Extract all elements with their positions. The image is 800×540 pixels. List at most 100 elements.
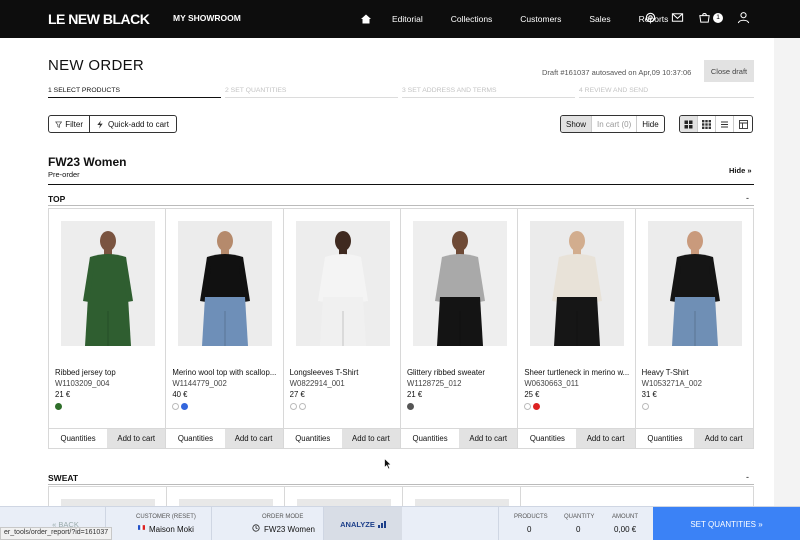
show-toggle[interactable]: Show: [561, 116, 593, 132]
grid-large-view-icon[interactable]: [680, 116, 698, 132]
section-collapse-top[interactable]: -: [746, 193, 749, 203]
product-name[interactable]: Merino wool top with scallop...: [172, 368, 280, 377]
showroom-link[interactable]: MY SHOWROOM: [173, 13, 241, 23]
order-steps: 1 SELECT PRODUCTS 2 SET QUANTITIES 3 SET…: [48, 87, 754, 99]
section-label-sweat[interactable]: SWEAT: [48, 473, 78, 483]
product-card[interactable]: Longsleeves T-Shirt W0822914_001 27 € Qu…: [283, 209, 401, 448]
brand-logo[interactable]: LE NEW BLACK: [48, 11, 150, 27]
color-swatch[interactable]: [406, 403, 414, 410]
add-to-cart-button[interactable]: Add to cart: [341, 429, 400, 448]
section-collapse-sweat[interactable]: -: [746, 472, 749, 482]
product-card[interactable]: Ribbed jersey top W1103209_004 21 € Quan…: [49, 209, 167, 448]
cart-icon[interactable]: [698, 11, 711, 24]
color-swatch[interactable]: [298, 403, 306, 410]
color-swatch[interactable]: [181, 403, 189, 410]
product-photo: [179, 499, 273, 506]
filter-icon: [55, 121, 63, 128]
product-photo[interactable]: [61, 221, 155, 346]
quick-add-button[interactable]: Quick-add to cart: [89, 115, 177, 133]
analyze-label: ANALYZE: [340, 519, 375, 529]
nav-item-customers[interactable]: Customers: [520, 14, 561, 24]
table-view-icon[interactable]: [734, 116, 752, 132]
product-price: 31 €: [641, 390, 657, 399]
color-swatches: [406, 403, 416, 410]
order-mode-field[interactable]: ORDER MODE FW23 Women: [212, 507, 324, 540]
product-photo[interactable]: [412, 221, 507, 346]
quantities-button[interactable]: Quantities: [635, 429, 695, 448]
quantities-button[interactable]: Quantities: [49, 429, 108, 448]
add-to-cart-button[interactable]: Add to cart: [459, 429, 518, 448]
nav-item-sales[interactable]: Sales: [589, 14, 610, 24]
product-card[interactable]: Heavy T-Shirt W1053271A_002 31 € Quantit…: [635, 209, 753, 448]
nav-item-editorial[interactable]: Editorial: [392, 14, 423, 24]
list-view-icon[interactable]: [716, 116, 734, 132]
step-set-address[interactable]: 3 SET ADDRESS AND TERMS: [402, 87, 575, 98]
hide-collection-link[interactable]: Hide »: [729, 166, 752, 175]
color-swatch[interactable]: [533, 403, 541, 410]
product-photo[interactable]: [295, 221, 390, 346]
product-name[interactable]: Longsleeves T-Shirt: [290, 368, 398, 377]
color-swatch[interactable]: [289, 403, 297, 410]
product-photo[interactable]: [530, 221, 625, 346]
product-card[interactable]: Merino wool top with scallop... W1144779…: [166, 209, 284, 448]
color-swatch[interactable]: [172, 403, 180, 410]
color-swatch[interactable]: [55, 403, 62, 410]
filter-button[interactable]: Filter: [48, 115, 90, 133]
quantities-button[interactable]: Quantities: [166, 429, 225, 448]
analyze-button[interactable]: ANALYZE: [324, 507, 402, 540]
product-card[interactable]: [167, 487, 285, 506]
product-photo: [297, 499, 391, 506]
product-photo[interactable]: [647, 221, 742, 346]
product-card[interactable]: [49, 487, 167, 506]
product-card[interactable]: Sheer turtleneck in merino w... W0630663…: [518, 209, 636, 448]
step-set-quantities[interactable]: 2 SET QUANTITIES: [225, 87, 398, 98]
home-icon[interactable]: [360, 13, 372, 25]
product-photo: [415, 499, 509, 506]
grid-small-view-icon[interactable]: [698, 116, 716, 132]
customer-field[interactable]: CUSTOMER (RESET) Maison Moki: [106, 507, 212, 540]
page-scrollbar[interactable]: [774, 38, 800, 506]
product-card[interactable]: [403, 487, 521, 506]
product-name[interactable]: Ribbed jersey top: [55, 368, 163, 377]
section-label-top[interactable]: TOP: [48, 194, 65, 204]
add-to-cart-button[interactable]: Add to cart: [694, 429, 753, 448]
product-card[interactable]: Glittery ribbed sweater W1128725_012 21 …: [400, 209, 519, 448]
color-swatch[interactable]: [524, 403, 532, 410]
section-divider-sweat: [48, 484, 754, 485]
color-swatches: [172, 403, 190, 410]
add-to-cart-button[interactable]: Add to cart: [224, 429, 283, 448]
card-actions: Quantities Add to cart: [49, 428, 166, 448]
user-icon[interactable]: [737, 11, 750, 24]
gear-icon[interactable]: [644, 11, 657, 24]
product-price: 25 €: [524, 390, 540, 399]
set-quantities-button[interactable]: SET QUANTITIES »: [653, 507, 800, 540]
main-nav: Editorial Collections Customers Sales Re…: [360, 0, 682, 38]
products-label: PRODUCTS: [514, 514, 548, 520]
product-name[interactable]: Sheer turtleneck in merino w...: [524, 368, 632, 377]
color-swatch[interactable]: [641, 403, 649, 410]
step-select-products[interactable]: 1 SELECT PRODUCTS: [48, 87, 221, 98]
add-to-cart-button[interactable]: Add to cart: [107, 429, 166, 448]
color-swatches: [55, 403, 64, 410]
product-card[interactable]: [285, 487, 403, 506]
product-name[interactable]: Glittery ribbed sweater: [407, 368, 515, 377]
product-photo[interactable]: [178, 221, 273, 346]
add-to-cart-button[interactable]: Add to cart: [576, 429, 635, 448]
hide-toggle[interactable]: Hide: [637, 116, 663, 132]
close-draft-button[interactable]: Close draft: [704, 60, 754, 82]
mail-icon[interactable]: [671, 11, 684, 24]
status-url-tooltip: er_tools/order_report/?id=161037: [0, 527, 113, 540]
quantities-button[interactable]: Quantities: [518, 429, 577, 448]
in-cart-toggle[interactable]: In cart (0): [592, 116, 638, 132]
color-swatches: [524, 403, 542, 410]
products-value: 0: [527, 525, 532, 534]
product-sku: W1103209_004: [55, 379, 110, 388]
step-review-send[interactable]: 4 REVIEW AND SEND: [579, 87, 754, 98]
quantities-button[interactable]: Quantities: [400, 429, 460, 448]
card-actions: Quantities Add to cart: [635, 428, 753, 448]
cart-count-badge: 1: [713, 12, 723, 23]
quantities-button[interactable]: Quantities: [283, 429, 342, 448]
nav-item-collections[interactable]: Collections: [451, 14, 493, 24]
amount-total: AMOUNT 0,00 €: [604, 507, 653, 540]
product-name[interactable]: Heavy T-Shirt: [642, 368, 750, 377]
